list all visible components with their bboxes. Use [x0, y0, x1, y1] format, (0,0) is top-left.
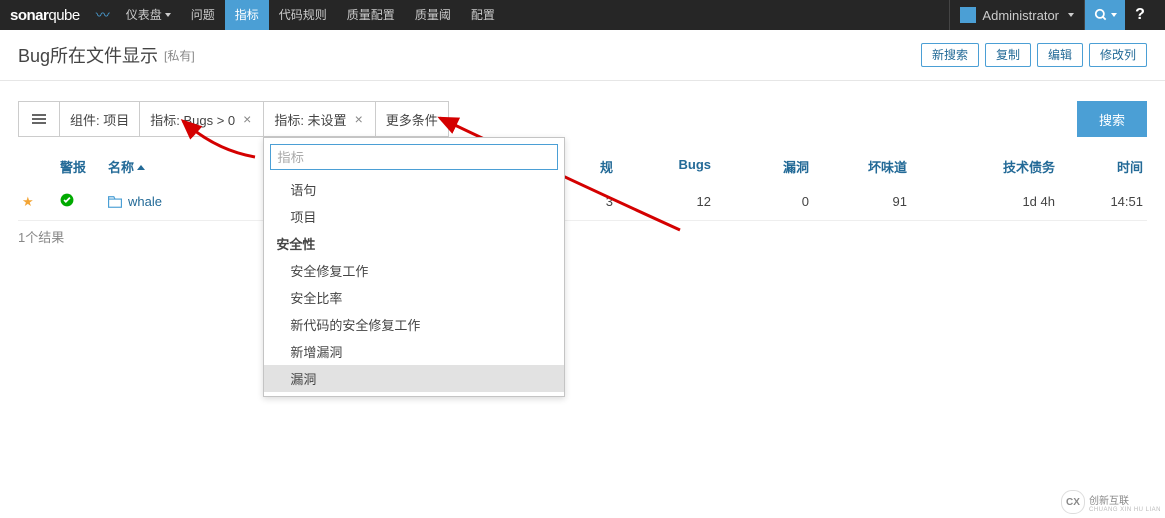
project-name: whale	[128, 194, 162, 209]
col-alert[interactable]: 警报	[56, 151, 104, 182]
close-icon[interactable]: ×	[353, 111, 365, 127]
new-search-button[interactable]: 新搜索	[921, 43, 979, 67]
user-avatar-icon	[960, 7, 976, 23]
nav-rules[interactable]: 代码规则	[269, 0, 337, 30]
metric-option[interactable]: 新增漏洞	[264, 338, 564, 365]
watermark-logo-icon: CX	[1061, 490, 1085, 514]
metric-option[interactable]: 安全修复工作	[264, 257, 564, 284]
col-hidden[interactable]: 规	[579, 151, 617, 182]
copy-button[interactable]: 复制	[985, 43, 1031, 67]
display-mode-toggle[interactable]	[18, 101, 60, 137]
cell-smells: 91	[813, 190, 911, 213]
close-icon[interactable]: ×	[241, 111, 253, 127]
col-debt[interactable]: 技术债务	[911, 151, 1059, 182]
cell-bugs: 12	[617, 190, 715, 213]
metric-search-input[interactable]	[270, 144, 558, 170]
metric-option-list[interactable]: 语句项目安全性安全修复工作安全比率新代码的安全修复工作新增漏洞漏洞文档公共API	[264, 176, 564, 396]
search-icon	[1094, 8, 1108, 22]
user-menu[interactable]: Administrator	[949, 0, 1085, 30]
metric-option[interactable]: 安全比率	[264, 284, 564, 311]
project-icon	[108, 196, 122, 208]
results-table: 警报 名称 规 Bugs 漏洞 坏味道 技术债务 时间 ★ whale 3 12…	[18, 151, 1147, 246]
page-tag: [私有]	[164, 47, 195, 64]
filter-metric-bugs[interactable]: 指标: Bugs > 0 ×	[139, 101, 264, 137]
filter-metric-unset[interactable]: 指标: 未设置 × 语句项目安全性安全修复工作安全比率新代码的安全修复工作新增漏…	[263, 101, 375, 137]
col-name[interactable]: 名称	[104, 151, 282, 182]
cell-debt: 1d 4h	[911, 190, 1059, 213]
filter-label: 指标: 未设置	[274, 110, 346, 129]
table-row[interactable]: ★ whale 3 12 0 91 1d 4h 14:51	[18, 183, 1147, 221]
nav-admin[interactable]: 配置	[461, 0, 505, 30]
search-button[interactable]: 搜索	[1077, 101, 1147, 137]
list-icon	[32, 114, 46, 124]
metric-dropdown: 语句项目安全性安全修复工作安全比率新代码的安全修复工作新增漏洞漏洞文档公共API	[263, 137, 565, 397]
filter-label: 指标: Bugs > 0	[150, 110, 235, 129]
cell-time: 14:51	[1059, 190, 1147, 213]
watermark: CX 创新互联 CHUANG XIN HU LIAN	[1061, 490, 1161, 514]
col-time[interactable]: 时间	[1059, 151, 1147, 182]
metric-category: 文档	[264, 392, 564, 396]
page-title: Bug所在文件显示	[18, 42, 158, 68]
wave-icon: 〰	[96, 5, 110, 25]
metric-option[interactable]: 漏洞	[264, 365, 564, 392]
status-ok-icon	[56, 189, 104, 214]
metric-option[interactable]: 项目	[264, 203, 564, 230]
col-smells[interactable]: 坏味道	[813, 151, 911, 182]
top-nav: sonarqube 〰 仪表盘 问题 指标 代码规则 质量配置 质量阈 配置 A…	[0, 0, 1165, 30]
filter-component[interactable]: 组件: 项目	[59, 101, 140, 137]
table-header: 警报 名称 规 Bugs 漏洞 坏味道 技术债务 时间	[18, 151, 1147, 183]
metric-category: 安全性	[264, 230, 564, 257]
user-name: Administrator	[982, 8, 1059, 23]
cell-hidden: 3	[579, 190, 617, 213]
nav-dashboard[interactable]: 仪表盘	[116, 0, 181, 30]
page-header: Bug所在文件显示 [私有] 新搜索 复制 编辑 修改列	[0, 30, 1165, 81]
star-icon[interactable]: ★	[18, 190, 56, 214]
result-count: 1个结果	[18, 227, 1147, 246]
nav-profiles[interactable]: 质量配置	[337, 0, 405, 30]
filter-more[interactable]: 更多条件	[375, 101, 449, 137]
filter-bar: 组件: 项目 指标: Bugs > 0 × 指标: 未设置 × 语句项目安全性安…	[18, 101, 1147, 137]
watermark-text: 创新互联	[1089, 492, 1161, 507]
nav-measures[interactable]: 指标	[225, 0, 269, 30]
metric-option[interactable]: 语句	[264, 176, 564, 203]
metric-option[interactable]: 新代码的安全修复工作	[264, 311, 564, 338]
col-vuln[interactable]: 漏洞	[715, 151, 813, 182]
cell-vuln: 0	[715, 190, 813, 213]
col-bugs[interactable]: Bugs	[617, 151, 715, 178]
watermark-sub: CHUANG XIN HU LIAN	[1089, 507, 1161, 513]
nav-issues[interactable]: 问题	[181, 0, 225, 30]
nav-gates[interactable]: 质量阈	[405, 0, 461, 30]
help-button[interactable]: ?	[1125, 6, 1155, 24]
global-search-button[interactable]	[1085, 0, 1125, 30]
project-cell[interactable]: whale	[104, 190, 282, 213]
edit-button[interactable]: 编辑	[1037, 43, 1083, 67]
caret-down-icon	[1068, 13, 1074, 17]
change-columns-button[interactable]: 修改列	[1089, 43, 1147, 67]
caret-down-icon	[1111, 13, 1117, 17]
brand-logo[interactable]: sonarqube	[10, 7, 80, 24]
